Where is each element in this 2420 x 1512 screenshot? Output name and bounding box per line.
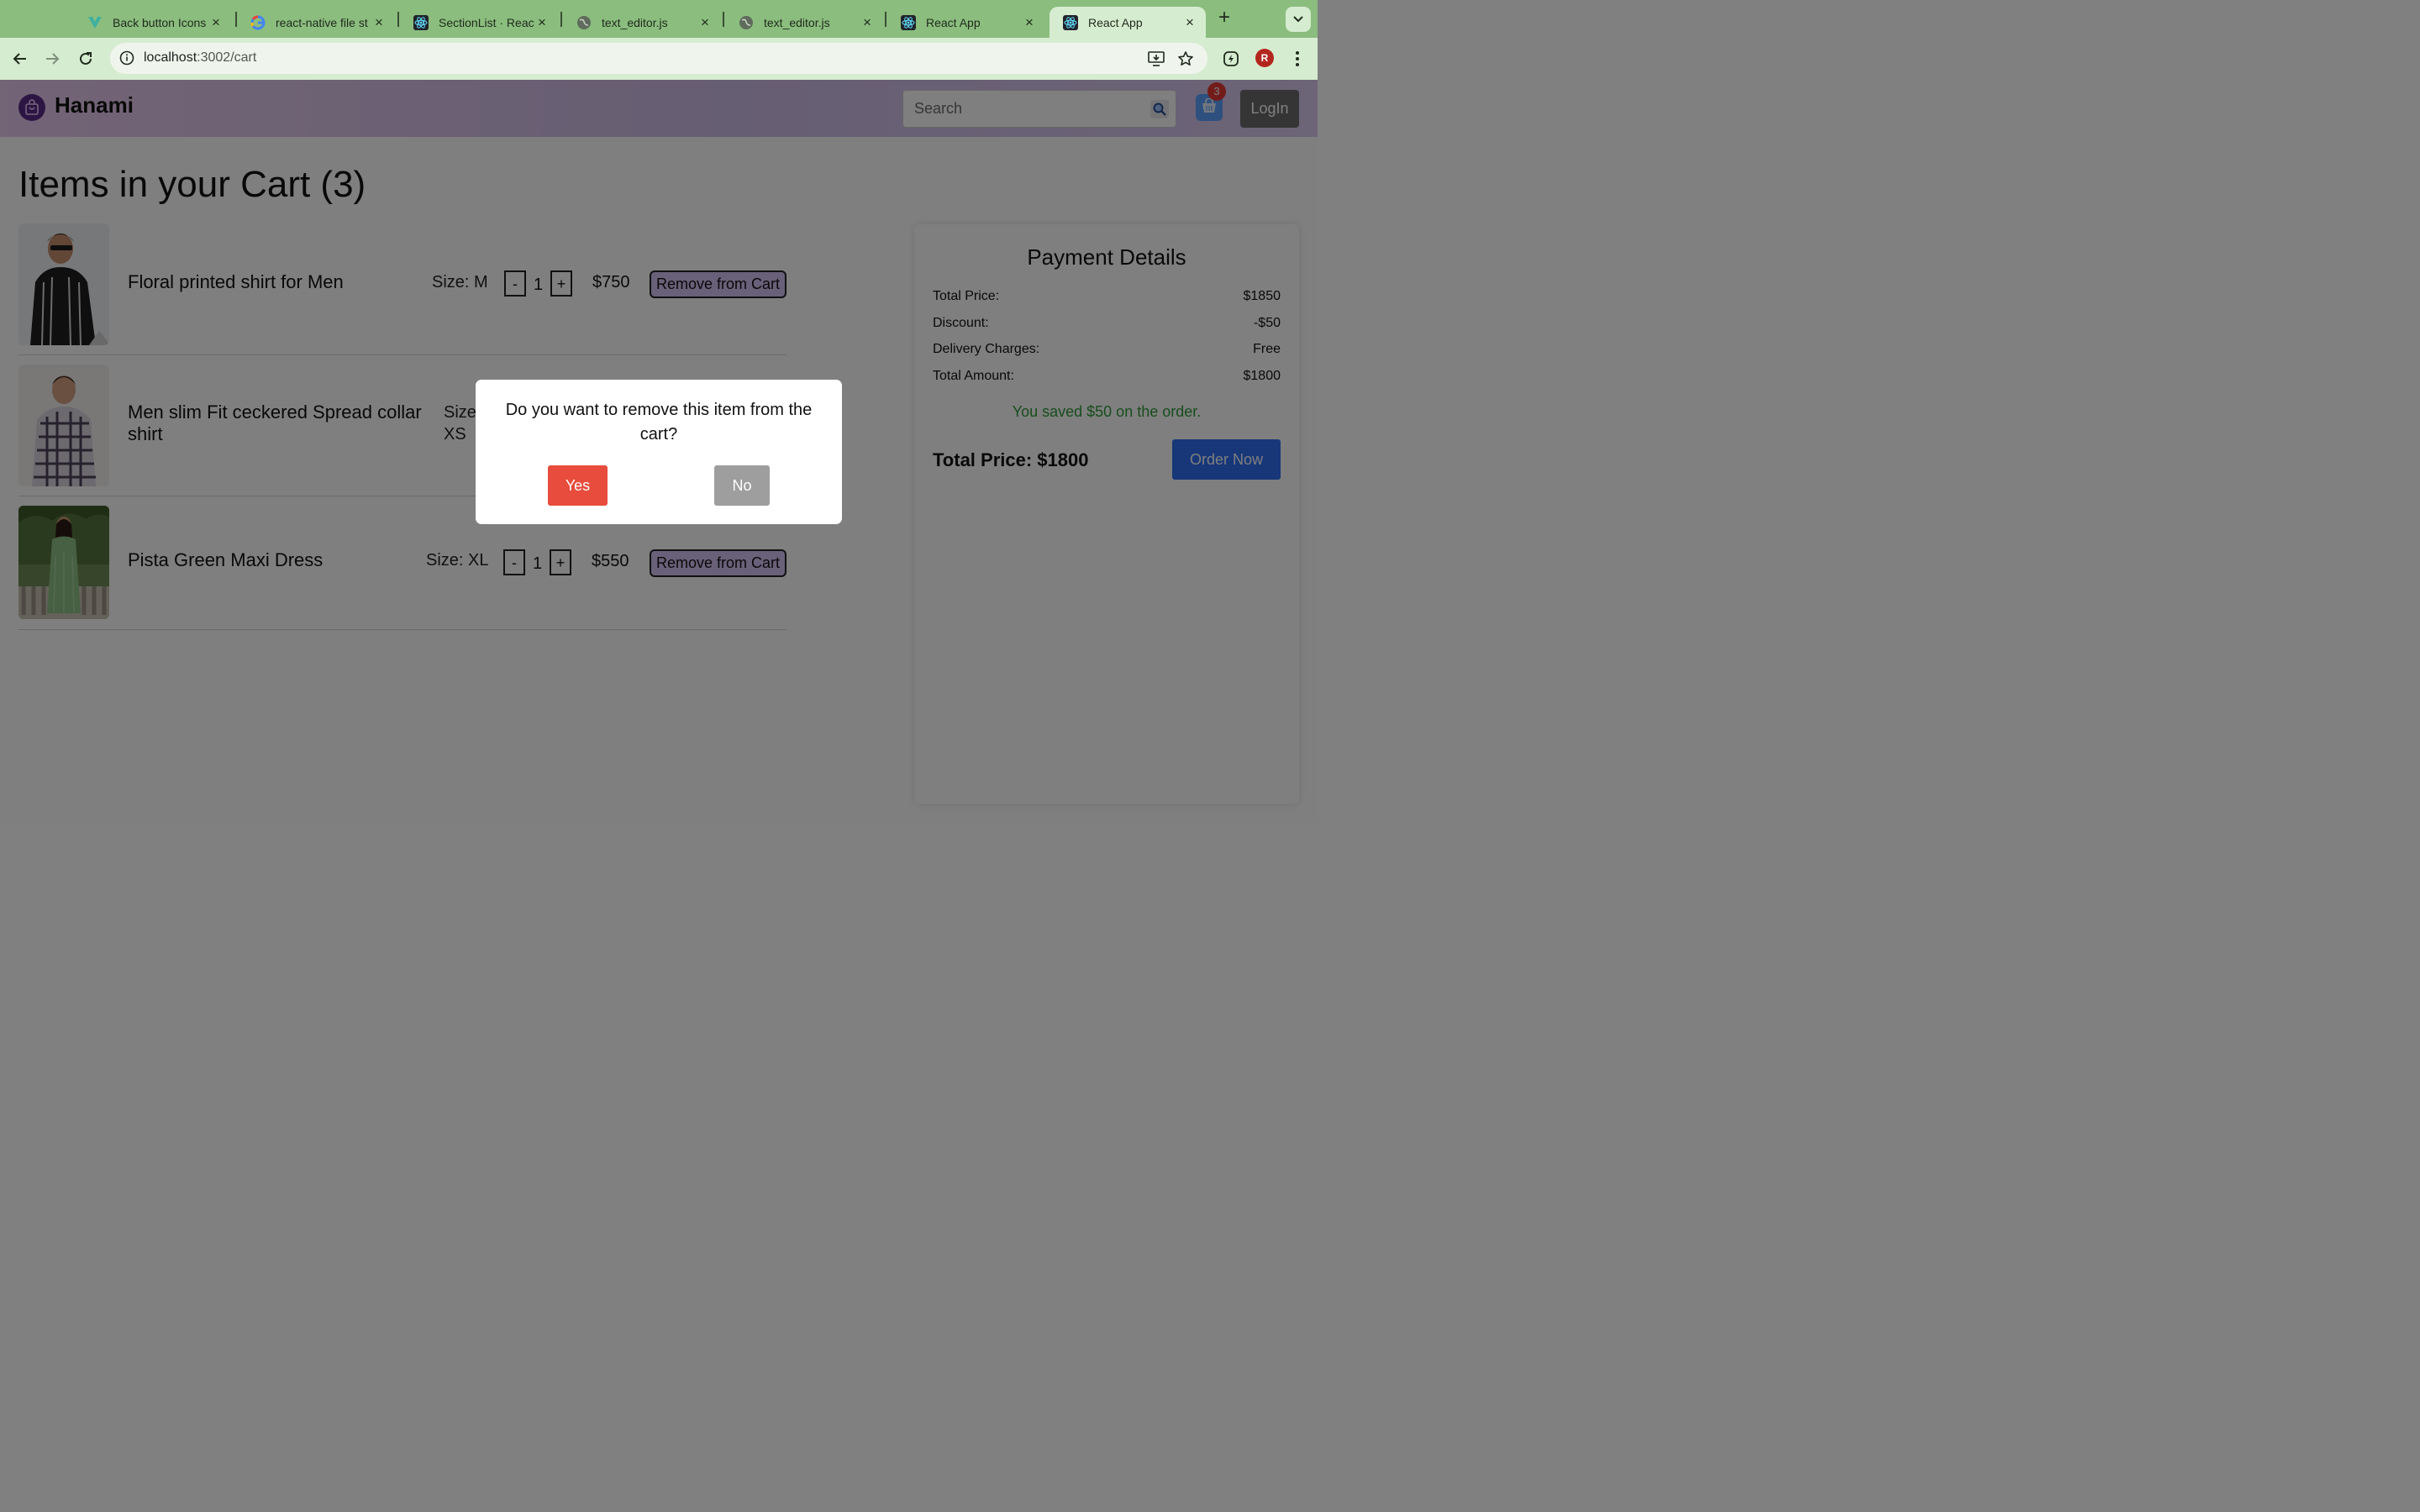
tab-label: SectionList · React bbox=[439, 15, 534, 29]
tab-close-icon[interactable]: × bbox=[208, 14, 224, 30]
url-path: :3002/cart bbox=[197, 50, 257, 65]
remove-confirm-dialog: Do you want to remove this item from the… bbox=[476, 380, 842, 524]
tab-label: React App bbox=[1088, 15, 1143, 29]
tab-divider bbox=[885, 12, 886, 27]
tab-label: react-native file st bbox=[276, 15, 368, 29]
back-arrow-icon[interactable] bbox=[9, 48, 31, 70]
globe-icon bbox=[576, 15, 592, 30]
browser-toolbar: localhost:3002/cart R bbox=[0, 38, 1318, 80]
tab-divider bbox=[397, 12, 399, 27]
tab-search-chevron-icon[interactable] bbox=[1286, 7, 1311, 32]
react-icon bbox=[901, 14, 916, 30]
react-icon bbox=[413, 14, 429, 30]
tab-close-icon[interactable]: × bbox=[1182, 14, 1197, 30]
tab-text-editor-1[interactable]: text_editor.js × bbox=[563, 7, 721, 38]
tab-label: text_editor.js bbox=[764, 15, 830, 29]
confirm-yes-button[interactable]: Yes bbox=[548, 465, 608, 506]
tab-close-icon[interactable]: × bbox=[697, 14, 713, 30]
site-info-icon[interactable] bbox=[117, 48, 137, 68]
tab-close-icon[interactable]: × bbox=[860, 14, 875, 30]
confirm-no-button[interactable]: No bbox=[714, 465, 770, 506]
url-text[interactable]: localhost:3002/cart bbox=[144, 50, 256, 66]
globe-icon bbox=[739, 15, 754, 30]
tab-back-button-icons[interactable]: Back button Icons × bbox=[74, 7, 232, 38]
tab-divider bbox=[560, 12, 562, 27]
reload-icon[interactable] bbox=[75, 48, 97, 70]
tab-react-app-1[interactable]: React App × bbox=[887, 7, 1045, 38]
extension-icon[interactable] bbox=[1220, 48, 1242, 70]
tab-label: text_editor.js bbox=[602, 15, 668, 29]
address-bar[interactable]: localhost:3002/cart bbox=[110, 43, 1207, 74]
web-page: Hanami 3 LogIn Items in your Cart (3) bbox=[0, 80, 1318, 823]
forward-arrow-icon[interactable] bbox=[41, 48, 63, 70]
tab-close-icon[interactable]: × bbox=[1022, 14, 1037, 30]
tab-sectionlist[interactable]: SectionList · React × bbox=[400, 7, 558, 38]
tab-label: React App bbox=[926, 15, 981, 29]
tab-close-icon[interactable]: × bbox=[534, 14, 550, 30]
vector-icon bbox=[87, 15, 103, 30]
browser-tab-strip: Back button Icons × react-native file st… bbox=[0, 0, 1318, 38]
tab-divider bbox=[723, 12, 724, 27]
url-host: localhost bbox=[144, 50, 197, 65]
profile-avatar[interactable]: R bbox=[1255, 49, 1274, 67]
browser-menu-icon[interactable] bbox=[1286, 48, 1308, 70]
bookmark-star-icon[interactable] bbox=[1176, 50, 1195, 68]
tab-react-native-search[interactable]: react-native file st × bbox=[237, 7, 395, 38]
tab-close-icon[interactable]: × bbox=[371, 14, 387, 30]
dialog-message: Do you want to remove this item from the… bbox=[505, 401, 813, 444]
install-app-icon[interactable] bbox=[1147, 50, 1165, 68]
tab-react-app-active[interactable]: React App × bbox=[1050, 7, 1206, 38]
tab-text-editor-2[interactable]: text_editor.js × bbox=[725, 7, 883, 38]
tab-label: Back button Icons bbox=[113, 15, 207, 29]
new-tab-icon[interactable]: + bbox=[1215, 8, 1234, 29]
react-icon bbox=[1063, 14, 1078, 30]
google-icon bbox=[250, 15, 266, 30]
